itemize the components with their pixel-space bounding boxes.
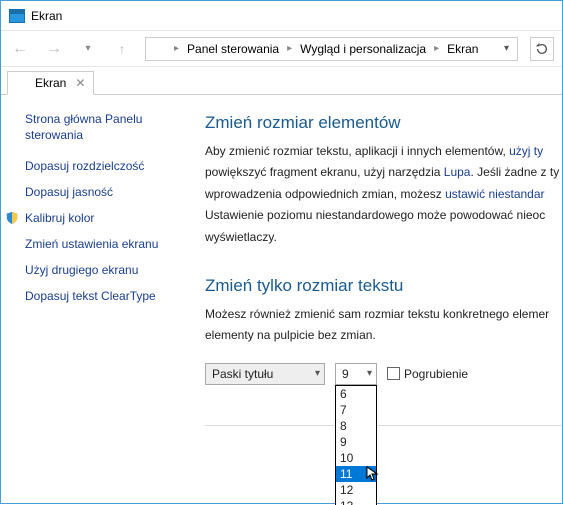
display-icon — [9, 9, 25, 23]
up-button[interactable]: ↑ — [111, 38, 133, 60]
heading-text-size-only: Zmień tylko rozmiar tekstu — [205, 276, 562, 296]
sidebar-link-label: Dopasuj tekst ClearType — [25, 289, 156, 303]
chevron-down-icon: ▾ — [367, 368, 372, 379]
paragraph: Aby zmienić rozmiar tekstu, aplikacji i … — [205, 143, 562, 160]
content: Strona główna Panelu sterowania Dopasuj … — [1, 95, 562, 505]
paragraph: powiększyć fragment ekranu, użyj narzędz… — [205, 164, 562, 181]
shield-icon — [5, 211, 19, 225]
chevron-right-icon: ▸ — [432, 43, 441, 54]
cursor-icon — [366, 466, 382, 482]
combo-value: 9 — [342, 367, 349, 381]
refresh-button[interactable] — [530, 37, 554, 61]
display-icon — [150, 42, 166, 56]
breadcrumb-seg-0[interactable]: Panel sterowania — [187, 42, 279, 56]
sidebar-link-second-screen[interactable]: Użyj drugiego ekranu — [25, 263, 191, 277]
chevron-right-icon: ▸ — [285, 43, 294, 54]
close-icon[interactable]: ✕ — [75, 76, 85, 90]
bold-checkbox-row[interactable]: Pogrubienie — [387, 363, 468, 385]
sidebar: Strona główna Panelu sterowania Dopasuj … — [1, 95, 201, 505]
sidebar-home-link[interactable]: Strona główna Panelu sterowania — [25, 111, 191, 143]
text: wprowadzenia odpowiednich zmian, możesz — [205, 187, 445, 201]
text: powiększyć fragment ekranu, użyj narzędz… — [205, 165, 444, 179]
chevron-down-icon: ▾ — [315, 368, 320, 379]
controls-row: Paski tytułu ▾ 9 ▾ Pogrubienie 678910111… — [205, 363, 562, 385]
sidebar-link-brightness[interactable]: Dopasuj jasność — [25, 185, 191, 199]
paragraph: wprowadzenia odpowiednich zmian, możesz … — [205, 186, 562, 203]
back-button[interactable]: ← — [9, 38, 31, 60]
recent-dropdown[interactable]: ▾ — [77, 38, 99, 60]
size-option[interactable]: 6 — [336, 386, 376, 402]
navbar: ← → ▾ ↑ ▸ Panel sterowania ▸ Wygląd i pe… — [1, 31, 562, 67]
link-set-custom[interactable]: ustawić niestandar — [445, 187, 544, 201]
window-title: Ekran — [31, 9, 62, 23]
sidebar-link-calibrate[interactable]: Kalibruj kolor — [25, 211, 191, 225]
breadcrumb[interactable]: ▸ Panel sterowania ▸ Wygląd i personaliz… — [145, 37, 518, 61]
heading-resize-elements: Zmień rozmiar elementów — [205, 113, 562, 133]
paragraph: elementy na pulpicie bez zmian. — [205, 327, 562, 344]
size-option[interactable]: 10 — [336, 450, 376, 466]
text: . Jeśli żadne z ty — [470, 165, 559, 179]
sidebar-link-label: Użyj drugiego ekranu — [25, 263, 138, 277]
size-option[interactable]: 7 — [336, 402, 376, 418]
sidebar-link-cleartype[interactable]: Dopasuj tekst ClearType — [25, 289, 191, 303]
size-dropdown-list[interactable]: 6789101112131415 — [335, 385, 377, 505]
sidebar-link-resolution[interactable]: Dopasuj rozdzielczość — [25, 159, 191, 173]
paragraph: Możesz również zmienić sam rozmiar tekst… — [205, 306, 562, 323]
breadcrumb-seg-2[interactable]: Ekran — [447, 42, 478, 56]
tab-label: Ekran — [35, 76, 66, 90]
breadcrumb-seg-1[interactable]: Wygląd i personalizacja — [300, 42, 426, 56]
paragraph: wyświetlaczy. — [205, 229, 562, 246]
element-combobox[interactable]: Paski tytułu ▾ — [205, 363, 325, 385]
size-option[interactable]: 9 — [336, 434, 376, 450]
checkbox-label: Pogrubienie — [404, 367, 468, 381]
chevron-right-icon: ▸ — [172, 43, 181, 54]
paragraph: Ustawienie poziomu niestandardowego może… — [205, 207, 562, 224]
separator — [205, 425, 562, 426]
sidebar-link-label: Zmień ustawienia ekranu — [25, 237, 158, 251]
size-option[interactable]: 12 — [336, 482, 376, 498]
chevron-down-icon[interactable]: ▾ — [504, 43, 513, 54]
size-option[interactable]: 11 — [336, 466, 376, 482]
sidebar-link-label: Kalibruj kolor — [25, 211, 94, 225]
tabstrip: Ekran ✕ — [1, 67, 562, 95]
combo-value: Paski tytułu — [212, 367, 273, 381]
size-option[interactable]: 8 — [336, 418, 376, 434]
titlebar: Ekran — [1, 1, 562, 31]
display-icon — [16, 77, 30, 89]
sidebar-link-label: Dopasuj rozdzielczość — [25, 159, 144, 173]
tab-ekran[interactable]: Ekran ✕ — [7, 71, 94, 95]
checkbox-icon[interactable] — [387, 367, 400, 380]
forward-button[interactable]: → — [43, 38, 65, 60]
text: Aby zmienić rozmiar tekstu, aplikacji i … — [205, 144, 509, 158]
link-use-these[interactable]: użyj ty — [509, 144, 543, 158]
sidebar-link-display-settings[interactable]: Zmień ustawienia ekranu — [25, 237, 191, 251]
main-panel: Zmień rozmiar elementów Aby zmienić rozm… — [201, 95, 562, 505]
sidebar-link-label: Dopasuj jasność — [25, 185, 113, 199]
size-combobox[interactable]: 9 ▾ — [335, 363, 377, 385]
link-magnifier[interactable]: Lupa — [444, 165, 471, 179]
